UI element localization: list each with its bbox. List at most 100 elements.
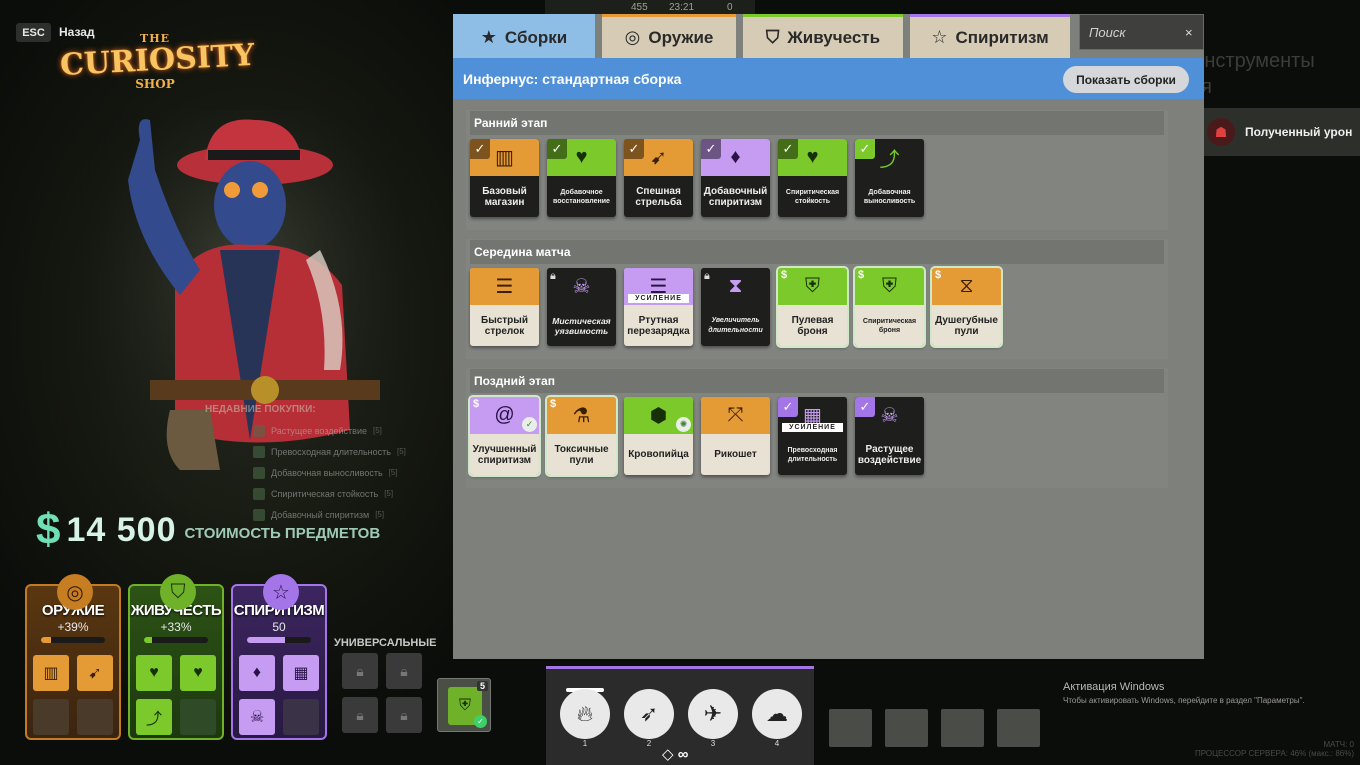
item-extra-stamina[interactable]: ⤴ ✓ Добавочная выносливость [855, 139, 924, 217]
universal-slot-locked[interactable]: 🔒︎ [386, 697, 422, 733]
damage-taken-label: Полученный урон [1245, 125, 1353, 139]
star-icon: ★ [480, 27, 497, 47]
item-quick-shot[interactable]: ☰ Быстрый стрелок [470, 268, 539, 346]
item-spirit-resilience[interactable]: ♥ ✓ Спиритическая стойкость [778, 139, 847, 217]
curiosity-shop-logo: THE CURIOSITY SHOP [59, 32, 255, 98]
item-escalating-exposure[interactable]: ☠ ✓ Растущее воздействие [855, 397, 924, 475]
upgrade-badge-icon: ✺ [676, 417, 691, 432]
damage-taken-button[interactable]: ☗ Полученный урон [1197, 108, 1360, 156]
category-spirit-value: 50 [272, 620, 286, 634]
item-toxic-bullets[interactable]: ⚗ $ Токсичные пули [545, 395, 618, 477]
consumable-slot[interactable] [941, 709, 984, 747]
lock-icon: 🔒︎ [400, 706, 408, 723]
bullet-shield-icon: ⛨ [778, 268, 847, 305]
weapon-icon: ◎ [624, 27, 641, 47]
tab-weapon[interactable]: ◎ Оружие [602, 14, 736, 58]
weapon-slot-rapid-rounds[interactable]: ➹ [77, 655, 113, 691]
upgrade-badge-icon: ✓ [522, 417, 537, 432]
item-rapid-rounds[interactable]: ➹ ✓ Спешная стрельба [624, 139, 693, 217]
section-late: Поздний этап @ ✓ $ Улучшенный спиритизм ⚗… [466, 368, 1168, 488]
tab-spirit[interactable]: ☆ Спиритизм [910, 14, 1070, 58]
item-leech[interactable]: ⬢ ✺ Кровопийца [624, 397, 693, 475]
souls-tag-icon: $ [473, 398, 480, 410]
consumable-slot[interactable] [829, 709, 872, 747]
category-weapon-value: +39% [57, 620, 89, 634]
item-bullet-armor[interactable]: ⛨ $ Пулевая броня [776, 266, 849, 348]
item-superior-duration[interactable]: ▦ УСИЛЕНИЕ ✓ Превосходная длительность [778, 397, 847, 475]
check-icon: ✓ [624, 139, 644, 159]
item-ricochet[interactable]: ⤧ Рикошет [701, 397, 770, 475]
souls-tag-icon: $ [781, 269, 788, 281]
toxic-bottle-icon: ⚗ [547, 397, 616, 434]
tab-builds[interactable]: ★ Сборки [453, 14, 595, 58]
weapon-slot-empty[interactable] [33, 699, 69, 735]
item-basic-magazine[interactable]: ▥ ✓ Базовый магазин [470, 139, 539, 217]
category-vitality-value: +33% [160, 620, 192, 634]
ability-1-icon[interactable]: 🔥︎ 1 [560, 689, 610, 748]
item-improved-spirit[interactable]: @ ✓ $ Улучшенный спиритизм [468, 395, 541, 477]
vitality-slot-extra-regen[interactable]: ♥ [136, 655, 172, 691]
universal-slot-locked[interactable]: 🔒︎ [342, 653, 378, 689]
item-icon [253, 466, 265, 479]
category-weapon-progress [41, 637, 105, 643]
item-quicksilver-reload[interactable]: ☰ УСИЛЕНИЕ Ртутная перезарядка [624, 268, 693, 346]
hourglass-icon: ⧗ [701, 268, 770, 305]
item-icon [253, 445, 265, 458]
soul-bullets-icon: ⧖ [932, 268, 1001, 305]
clear-search-icon[interactable]: × [1185, 25, 1193, 40]
spirit-armor-icon: ⛨ [855, 268, 924, 305]
shield-icon: ⛉ [765, 27, 780, 47]
esc-button[interactable]: ESC [16, 23, 51, 42]
recent-purchase-item: Добавочная выносливость [5] [205, 462, 445, 483]
active-item-slot[interactable]: ⛨ 5 ✓ [437, 678, 491, 732]
ability-3-icon[interactable]: ✈︎ 3 [688, 689, 738, 748]
item-extra-regen[interactable]: ♥ ✓ Добавочное восстановление [547, 139, 616, 217]
skull-icon: ☠ [547, 268, 616, 305]
vitality-slot-extra-stamina[interactable]: ⤴ [136, 699, 172, 735]
spirit-slot-escalating-exposure[interactable]: ☠ [239, 699, 275, 735]
spirit-slot-empty[interactable] [283, 699, 319, 735]
weapon-slot-basic-magazine[interactable]: ▥ [33, 655, 69, 691]
consumable-slot[interactable] [997, 709, 1040, 747]
universal-slot-locked[interactable]: 🔒︎ [386, 653, 422, 689]
consumable-slot[interactable] [885, 709, 928, 747]
item-soul-shredder-bullets[interactable]: ⧖ $ Душегубные пули [930, 266, 1003, 348]
section-mid-title: Середина матча [470, 240, 1164, 264]
lock-icon: 🔒︎ [400, 662, 408, 679]
check-icon: ✓ [855, 139, 875, 159]
tab-vitality[interactable]: ⛉ Живучесть [743, 14, 903, 58]
recent-purchase-item: Растущее воздействие [5] [205, 420, 445, 441]
weapon-slot-empty[interactable] [77, 699, 113, 735]
ability-4-icon[interactable]: ☁︎ 4 [752, 689, 802, 748]
check-icon: ✓ [474, 715, 487, 728]
ability-2-icon[interactable]: ➶ 2 [624, 689, 674, 748]
section-early-title: Ранний этап [470, 111, 1164, 135]
vitality-slot-empty[interactable] [180, 699, 216, 735]
item-spirit-armor[interactable]: ⛨ $ Спиритическая броня [853, 266, 926, 348]
category-spirit[interactable]: ☆ СПИРИТИЗМ 50 ♦ ▦ ☠ [231, 574, 327, 740]
show-builds-button[interactable]: Показать сборки [1063, 66, 1189, 93]
server-stats: МАТЧ: 0 ПРОЦЕССОР СЕРВЕРА: 46% (макс.: 8… [1194, 740, 1354, 758]
category-vitality[interactable]: ⛉ ЖИВУЧЕСТЬ +33% ♥ ♥ ⤴ [128, 574, 224, 740]
category-weapon[interactable]: ◎ ОРУЖИЕ +39% ▥ ➹ [25, 574, 121, 740]
vitality-slot-spirit-strike[interactable]: ♥ [180, 655, 216, 691]
souls-tag-icon: $ [935, 269, 942, 281]
boost-label: УСИЛЕНИЕ [628, 294, 689, 303]
souls-icon: $ [36, 505, 61, 554]
windows-activation-watermark: Активация Windows Чтобы активировать Win… [1063, 681, 1305, 705]
souls-tag-icon: $ [550, 398, 557, 410]
check-icon: ✓ [701, 139, 721, 159]
universal-slot-locked[interactable]: 🔒︎ [342, 697, 378, 733]
boost-label: УСИЛЕНИЕ [782, 423, 843, 432]
spirit-slot-superior-duration[interactable]: ▦ [283, 655, 319, 691]
search-input[interactable] [1089, 24, 1185, 40]
leech-icon: ⬢ ✺ [624, 397, 693, 434]
spirit-slot-extra-spirit[interactable]: ♦ [239, 655, 275, 691]
item-extra-spirit[interactable]: ♦ ✓ Добавочный спиритизм [701, 139, 770, 217]
lock-icon: 🔒︎ [356, 662, 364, 679]
item-mystic-vulnerability[interactable]: ☠ 🔒︎ Мистическая уязвимость [547, 268, 616, 346]
item-duration-extender[interactable]: ⧗ 🔒︎ Увеличитель длительности [701, 268, 770, 346]
section-early: Ранний этап ▥ ✓ Базовый магазин ♥ ✓ Доба… [466, 110, 1168, 230]
souls-counter: 455 [631, 2, 648, 13]
build-title: Инфернус: стандартная сборка [463, 70, 682, 87]
